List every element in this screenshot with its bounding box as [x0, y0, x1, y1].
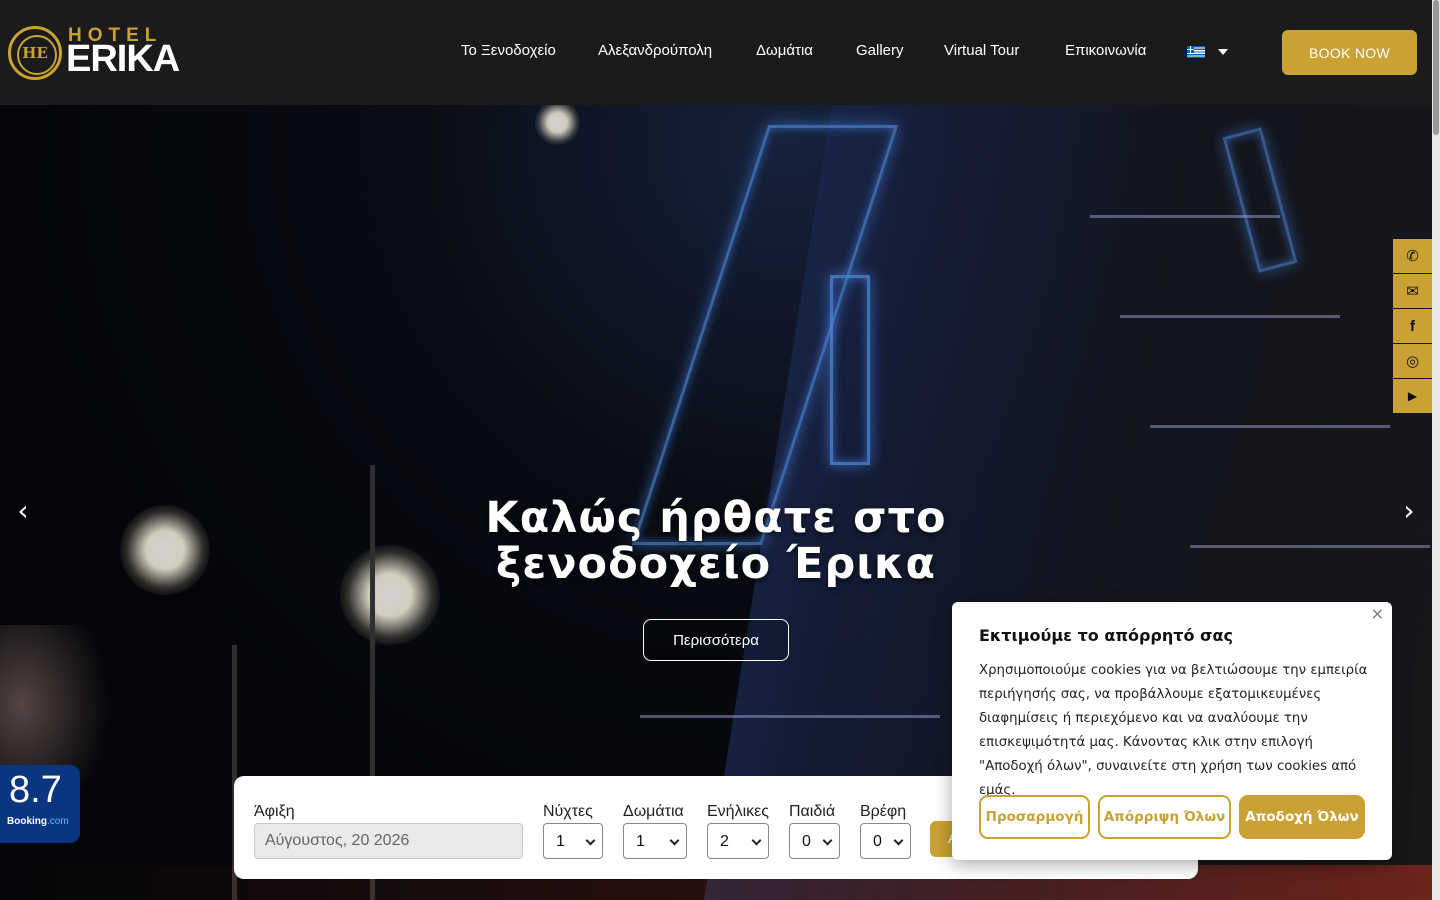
booking-logo: Booking.com [7, 816, 69, 827]
adults-label: Ενήλικες [707, 803, 769, 820]
nav-item-gallery[interactable]: Gallery [856, 42, 904, 59]
rooms-select[interactable]: 1 [623, 823, 687, 859]
greek-flag-icon [1187, 46, 1205, 58]
infants-label: Βρέφη [860, 803, 907, 820]
chevron-down-icon [669, 835, 680, 846]
social-sidebar: ✆ ✉ f ◎ ▶ [1393, 239, 1432, 414]
arrival-date-input[interactable]: Αύγουστος, 20 2026 [254, 823, 523, 859]
nav-item-contact[interactable]: Επικοινωνία [1065, 42, 1146, 59]
youtube-icon[interactable]: ▶ [1393, 379, 1432, 413]
chevron-down-icon [1218, 49, 1228, 55]
rooms-value: 1 [636, 833, 645, 850]
hero-title-line2: ξενοδοχείο Έρικα [495, 539, 937, 589]
more-button[interactable]: Περισσότερα [643, 619, 789, 661]
envelope-icon[interactable]: ✉ [1393, 274, 1432, 308]
cookie-accept-button[interactable]: Αποδοχή Όλων [1239, 795, 1365, 839]
nav-item-virtual-tour[interactable]: Virtual Tour [944, 42, 1019, 59]
nights-select[interactable]: 1 [543, 823, 603, 859]
cookie-text: Χρησιμοποιούμε cookies για να βελτιώσουμ… [979, 663, 1368, 798]
arrival-label: Άφιξη [254, 803, 295, 820]
hero-title: Καλώς ήρθατε στο ξενοδοχείο Έρικα [416, 495, 1016, 587]
cookie-title: Εκτιμούμε το απόρρητό σας [979, 626, 1233, 645]
children-value: 0 [802, 833, 811, 850]
scrollbar-thumb[interactable] [1433, 0, 1439, 135]
instagram-icon[interactable]: ◎ [1393, 344, 1432, 378]
slider-prev-icon[interactable]: ‹ [8, 494, 38, 527]
hero-title-line1: Καλώς ήρθατε στο [485, 493, 947, 543]
nights-label: Νύχτες [543, 803, 593, 820]
rooms-label: Δωμάτια [623, 803, 684, 820]
children-label: Παιδιά [789, 803, 836, 820]
infants-select[interactable]: 0 [860, 823, 911, 859]
nav-item-rooms[interactable]: Δωμάτια [756, 42, 813, 59]
adults-select[interactable]: 2 [707, 823, 769, 859]
infants-value: 0 [873, 833, 882, 850]
nav-item-alexandroupoli[interactable]: Αλεξανδρούπολη [598, 42, 712, 59]
cookie-consent-banner: × Εκτιμούμε το απόρρητό σας Χρησιμοποιού… [952, 602, 1392, 860]
chevron-down-icon [893, 835, 904, 846]
page-scrollbar[interactable] [1432, 0, 1440, 900]
nav-item-hotel[interactable]: Το Ξενοδοχείο [461, 42, 556, 59]
booking-brand-suffix: .com [47, 816, 69, 827]
close-icon[interactable]: × [1371, 604, 1384, 623]
book-now-button[interactable]: BOOK NOW [1282, 30, 1417, 75]
chevron-down-icon [585, 835, 596, 846]
site-header: HE HOTEL ERIKA Το Ξενοδοχείο Αλεξανδρούπ… [0, 0, 1432, 105]
children-select[interactable]: 0 [789, 823, 840, 859]
chevron-down-icon [822, 835, 833, 846]
booking-brand-main: Booking [7, 816, 47, 827]
language-switcher[interactable] [1187, 45, 1237, 59]
cookie-reject-button[interactable]: Απόρριψη Όλων [1098, 795, 1231, 839]
booking-score: 8.7 [9, 769, 62, 811]
slider-next-icon[interactable]: › [1394, 494, 1424, 527]
chevron-down-icon [751, 835, 762, 846]
phone-icon[interactable]: ✆ [1393, 239, 1432, 273]
facebook-icon[interactable]: f [1393, 309, 1432, 343]
booking-score-badge[interactable]: 8.7 Booking.com [0, 765, 80, 843]
nights-value: 1 [556, 833, 565, 850]
cookie-customize-button[interactable]: Προσαρμογή [979, 795, 1090, 839]
adults-value: 2 [720, 833, 729, 850]
